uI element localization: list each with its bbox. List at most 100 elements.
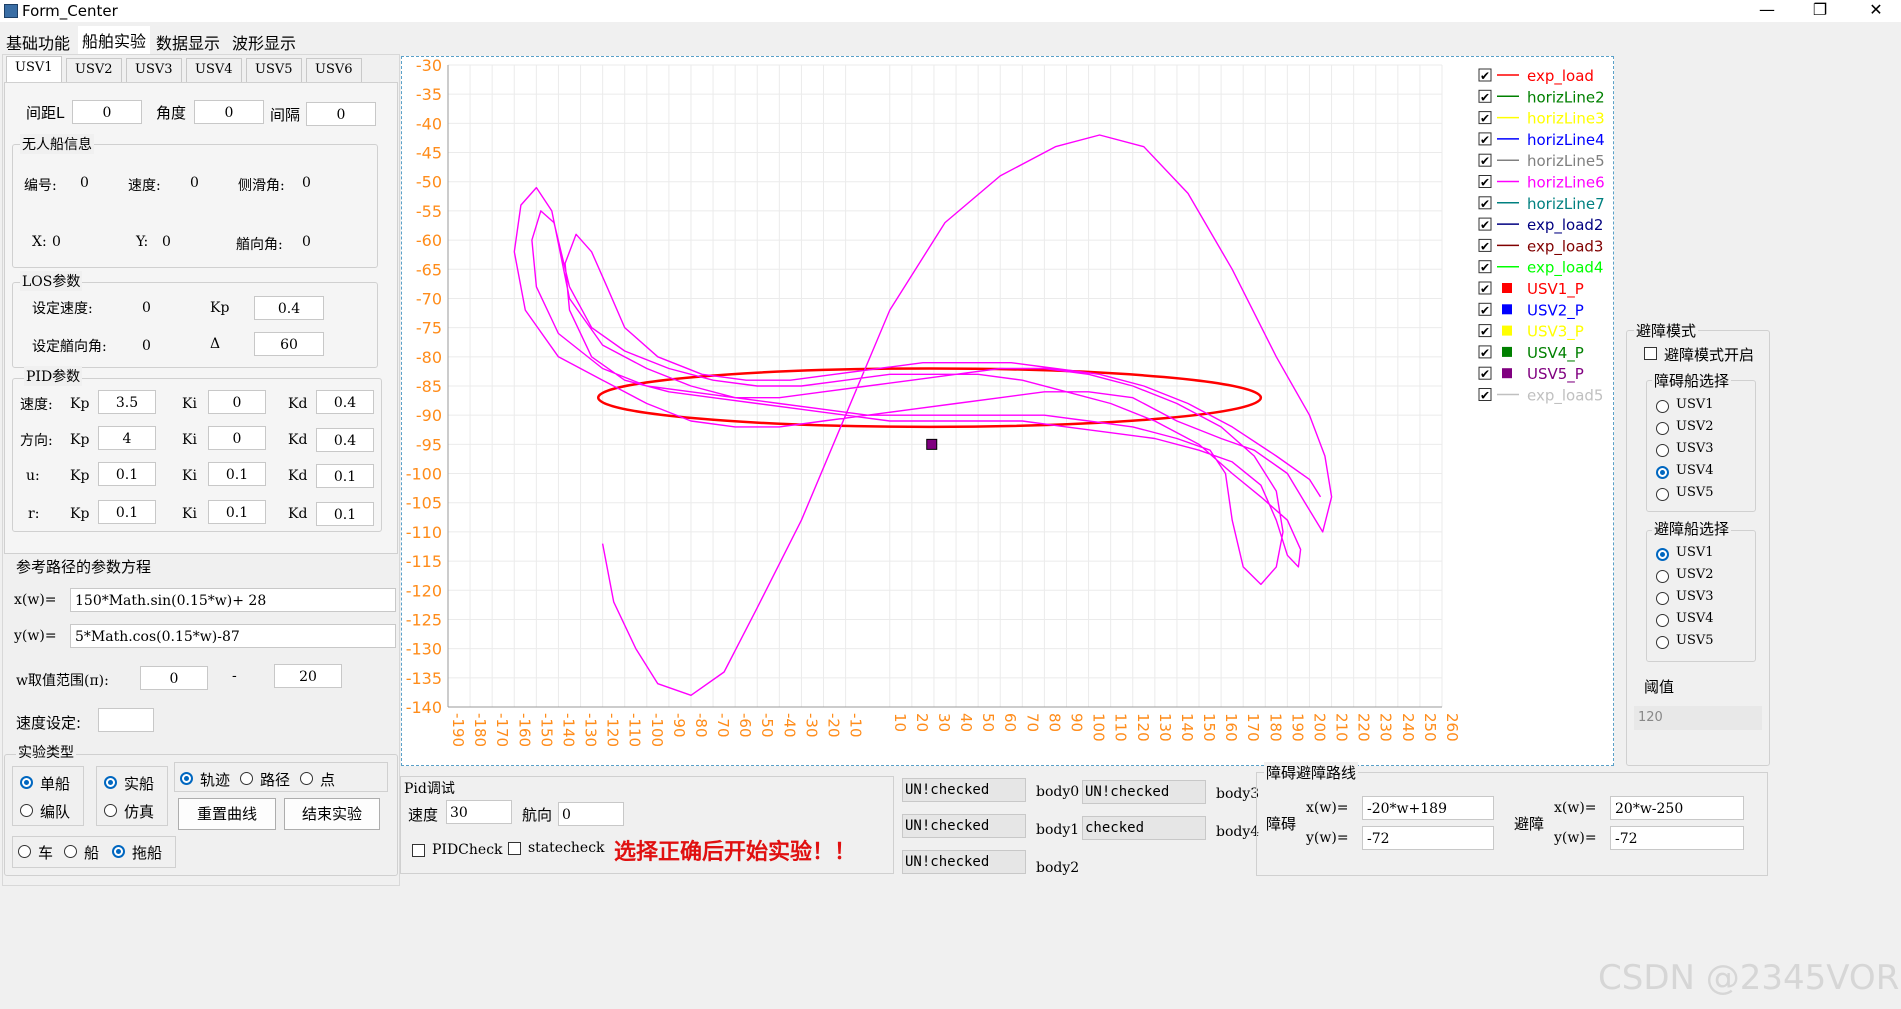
app-icon [4,4,18,18]
legend-label: horizLine2 [1527,88,1605,106]
ref-y-input[interactable]: 5*Math.cos(0.15*w)-87 [70,624,396,648]
formation-radio[interactable] [20,804,33,817]
minimize-button[interactable]: — [1747,0,1787,22]
obstacle-ship-radio-usv2[interactable] [1656,422,1669,435]
w-dash: - [232,668,237,684]
pid-kd-label: Kd [288,432,308,448]
w-to-input[interactable]: 20 [274,664,342,688]
spacing-label: 间距L [26,104,65,122]
car-radio[interactable] [18,845,31,858]
avoid-ship-radio-usv2[interactable] [1656,570,1669,583]
marker-USV5_P [926,438,938,450]
legend-check-mark: ✔ [1480,197,1490,211]
obstacle-ship-label-usv1: USV1 [1676,397,1714,412]
angle-input[interactable]: 0 [194,100,264,124]
obstacle-ship-radio-usv1[interactable] [1656,400,1669,413]
single-radio[interactable] [20,776,33,789]
legend-label: exp_load4 [1527,259,1603,278]
pid-ki-input[interactable]: 0 [208,390,266,414]
pid-ki-input[interactable]: 0 [208,426,266,450]
pid-kd-input[interactable]: 0.1 [316,502,374,526]
interval-input[interactable]: 0 [306,102,376,126]
x-tick-label: -100 [648,713,666,747]
threshold-input[interactable]: 120 [1634,706,1762,730]
path-label: 路径 [260,771,291,789]
w-from-input[interactable]: 0 [140,666,208,690]
point-radio[interactable] [300,772,313,785]
tab-basic[interactable]: 基础功能 [2,28,74,56]
x-tick-label: 180 [1266,713,1284,742]
legend-label: USV4_P [1527,344,1584,363]
avoid-ship-radio-usv5[interactable] [1656,636,1669,649]
watermark: CSDN @2345VOR [1598,958,1900,998]
legend-check-mark: ✔ [1480,303,1490,317]
pid-ki-input[interactable]: 0.1 [208,500,266,524]
pid-kp-input[interactable]: 3.5 [98,390,156,414]
avoid-mode-checkbox[interactable] [1644,347,1657,360]
pidcheck-checkbox[interactable] [412,844,425,857]
pid-kp-input[interactable]: 0.1 [98,462,156,486]
x-tick-label: -180 [471,713,489,747]
end-experiment-button[interactable]: 结束实验 [284,798,380,830]
pid-ki-input[interactable]: 0.1 [208,462,266,486]
x-tick-label: -30 [802,713,820,738]
x-tick-label: 60 [1001,713,1019,732]
legend-check-mark: ✔ [1480,154,1490,168]
debug-speed-input[interactable]: 30 [446,800,512,824]
pid-kp-input[interactable]: 0.1 [98,500,156,524]
obstacle-ship-radio-usv4[interactable] [1656,466,1669,479]
debug-heading-label: 航向 [522,806,553,824]
tab-data-display[interactable]: 数据显示 [152,28,224,56]
start-warning: 选择正确后开始实验！！ [614,839,857,865]
reset-curve-button[interactable]: 重置曲线 [178,798,276,830]
statecheck-checkbox[interactable] [508,842,521,855]
sim-radio[interactable] [104,804,117,817]
maximize-button[interactable]: ❐ [1800,0,1840,22]
avoid-ship-radio-usv1[interactable] [1656,548,1669,561]
debug-heading-input[interactable]: 0 [558,802,624,826]
avoid-ship-radio-usv4[interactable] [1656,614,1669,627]
close-button[interactable]: ✕ [1856,0,1896,22]
avoid-ship-radio-usv3[interactable] [1656,592,1669,605]
obs-y-input[interactable]: -72 [1362,826,1494,850]
los-delta-input[interactable]: 60 [254,332,324,356]
obs-x-input[interactable]: -20*w+189 [1362,796,1494,820]
pid-row-name: 速度: [20,397,53,413]
speed-set-input[interactable] [98,708,154,732]
pid-kd-input[interactable]: 0.4 [316,428,374,452]
legend-label: USV5_P [1527,365,1584,384]
trajectory-radio[interactable] [180,772,193,785]
pid-kd-input[interactable]: 0.1 [316,464,374,488]
avoid-y-input[interactable]: -72 [1610,826,1744,850]
pid-kd-input[interactable]: 0.4 [316,390,374,414]
obstacle-ship-radio-usv5[interactable] [1656,488,1669,501]
obstacle-ship-radio-usv3[interactable] [1656,444,1669,457]
body1-status: UN!checked [902,814,1026,838]
legend-swatch [1502,304,1512,315]
tug-radio[interactable] [112,845,125,858]
real-radio[interactable] [104,776,117,789]
x-value: 0 [52,234,61,250]
y-tick-label: -100 [406,465,442,484]
tab-ship-experiment[interactable]: 船舶实验 [78,26,151,54]
x-tick-label: 230 [1377,713,1395,742]
slip-label: 侧滑角: [238,178,285,194]
avoid-x-input[interactable]: 20*w-250 [1610,796,1744,820]
avoid-ship-label-usv5: USV5 [1676,633,1714,648]
los-kp-input[interactable]: 0.4 [254,296,324,320]
y-tick-label: -130 [406,640,442,659]
id-label: 编号: [24,178,57,194]
spacing-input[interactable]: 0 [72,100,142,124]
speed-label: 速度: [128,178,161,194]
tab-waveform[interactable]: 波形显示 [228,28,300,56]
ref-x-input[interactable]: 150*Math.sin(0.15*w)+ 28 [70,588,396,612]
y-tick-label: -80 [416,348,442,367]
obstacle-ship-title: 障碍船选择 [1652,370,1732,391]
ship-radio[interactable] [64,845,77,858]
heading-label: 艏向角: [236,237,283,253]
title-bar: Form_Center — ❐ ✕ [0,0,1901,22]
obs-y-label: y(w)= [1306,830,1349,846]
pidcheck-label: PIDCheck [432,842,503,858]
pid-kp-input[interactable]: 4 [98,426,156,450]
path-radio[interactable] [240,772,253,785]
